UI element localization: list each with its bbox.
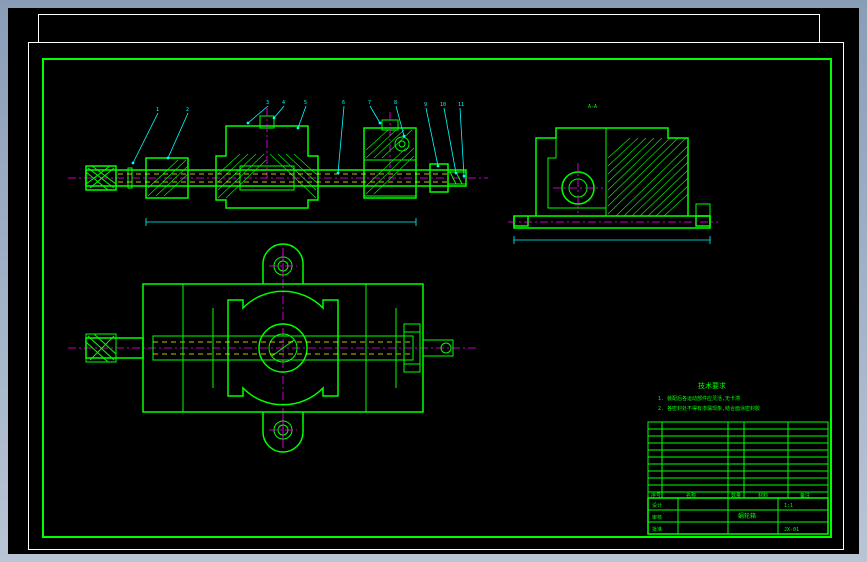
notes-line1: 1. 装配后各运动部件应灵活,无卡滞: [658, 395, 740, 402]
section-label: A-A: [588, 104, 597, 110]
plan-view: [68, 244, 478, 452]
balloon-4: 4: [282, 100, 285, 106]
notes-heading: 技术要求: [698, 381, 726, 390]
svg-text:审核: 审核: [652, 514, 662, 521]
balloon-8: 8: [394, 100, 397, 106]
drawing-svg: 1 2 3 4 5 6 7 8 9 10 11 A-A: [8, 8, 859, 554]
svg-text:设计: 设计: [652, 502, 662, 509]
balloon-5: 5: [304, 100, 307, 106]
balloon-11: 11: [458, 102, 464, 108]
part-name: 蜗轮箱: [738, 512, 756, 520]
balloon-2: 2: [186, 107, 189, 113]
svg-text:批准: 批准: [652, 526, 662, 533]
balloon-9: 9: [424, 102, 427, 108]
bom-table: 序号 名称 数量 材料 备注: [648, 422, 828, 499]
side-section-view: A-A: [508, 104, 718, 244]
front-section-view: 1 2 3 4 5 6 7 8 9 10 11: [68, 100, 488, 226]
technical-notes: 技术要求 1. 装配后各运动部件应灵活,无卡滞 2. 各密封处不得有渗漏现象,结…: [658, 381, 760, 412]
notes-line2: 2. 各密封处不得有渗漏现象,结合面涂密封胶: [658, 405, 760, 412]
balloon-3: 3: [266, 100, 269, 106]
balloon-6: 6: [342, 100, 345, 106]
balloon-1: 1: [156, 107, 159, 113]
balloon-7: 7: [368, 100, 371, 106]
title-block: 蜗轮箱 设计 审核 批准 1:1 JX-01: [648, 498, 828, 534]
svg-text:JX-01: JX-01: [784, 527, 799, 533]
svg-text:1:1: 1:1: [784, 503, 793, 509]
cad-canvas[interactable]: 1 2 3 4 5 6 7 8 9 10 11 A-A: [8, 8, 859, 554]
balloon-10: 10: [440, 102, 446, 108]
